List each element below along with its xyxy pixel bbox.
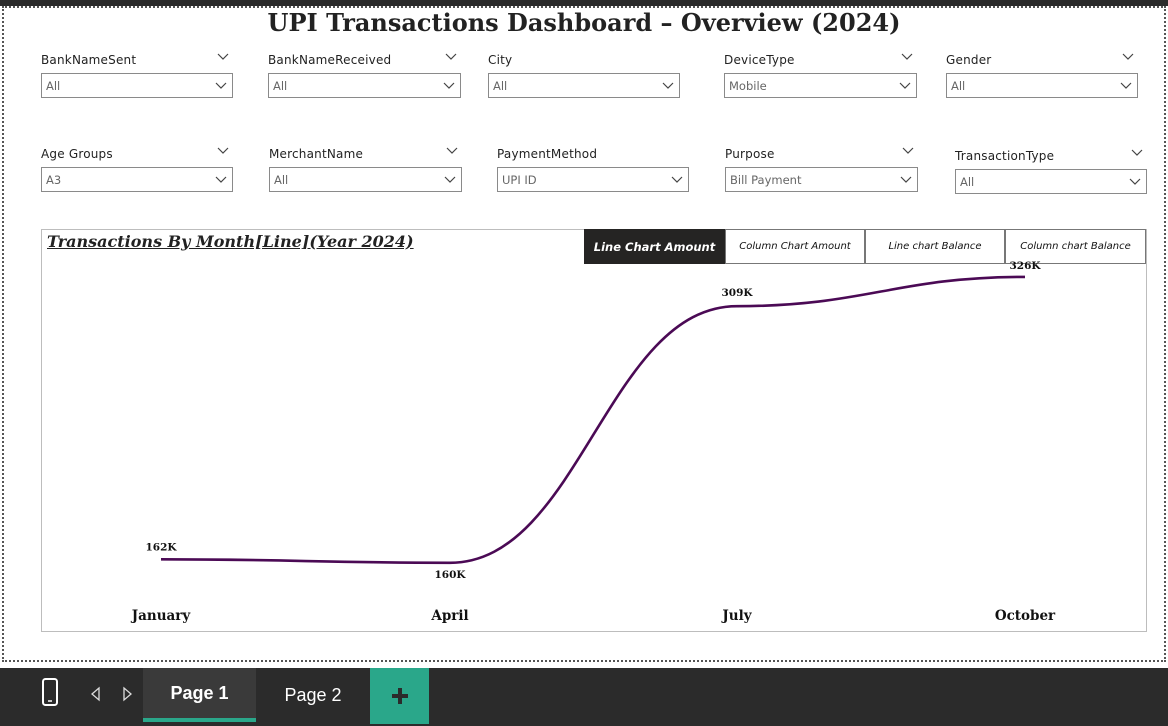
page-navigation-bar: Page 1 Page 2 xyxy=(0,668,1168,726)
x-tick-label: July xyxy=(721,608,752,624)
plus-icon xyxy=(391,688,408,704)
data-label: 309K xyxy=(721,287,753,299)
phone-icon[interactable] xyxy=(36,676,64,710)
chevron-left-icon[interactable] xyxy=(89,686,103,702)
data-label: 326K xyxy=(1009,260,1041,272)
page-tab-2[interactable]: Page 2 xyxy=(256,668,370,722)
series-line-amount xyxy=(160,275,1026,565)
add-page-button[interactable] xyxy=(370,668,429,724)
page-tab-1[interactable]: Page 1 xyxy=(143,668,256,722)
line-chart: 162K 160K 309K 326K January April July October xyxy=(131,260,1056,624)
chevron-right-icon[interactable] xyxy=(120,686,134,702)
x-tick-label: April xyxy=(430,608,468,624)
data-label: 160K xyxy=(434,569,466,581)
data-label: 162K xyxy=(145,541,177,553)
x-tick-label: January xyxy=(131,608,192,624)
x-tick-label: October xyxy=(995,608,1056,624)
